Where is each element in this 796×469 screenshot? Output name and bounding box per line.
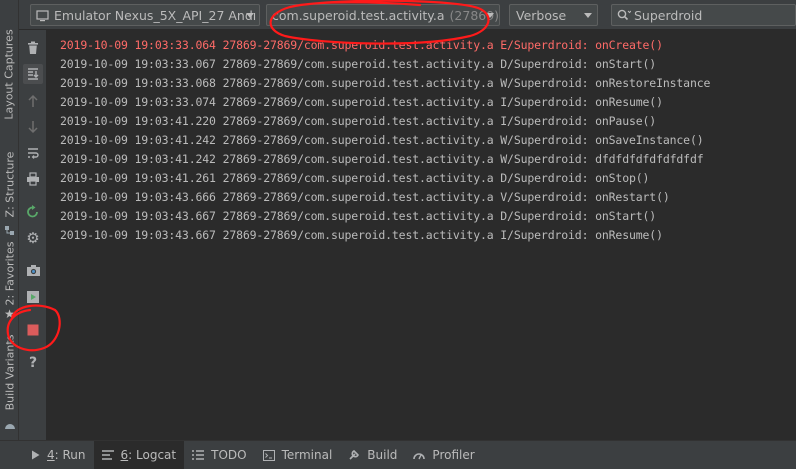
trash-icon[interactable] xyxy=(23,38,43,58)
tab-label: TODO xyxy=(211,448,247,462)
logcat-action-column: ⚙ ? xyxy=(19,30,47,440)
side-tab-structure[interactable]: Z: Structure xyxy=(0,148,19,220)
tab-label: : Run xyxy=(54,448,86,462)
log-line: 2019-10-09 19:03:33.067 27869-27869/com.… xyxy=(60,57,657,71)
tab-logcat[interactable]: 6: Logcat xyxy=(93,440,185,469)
log-line: 2019-10-09 19:03:33.074 27869-27869/com.… xyxy=(60,95,663,109)
side-tab-favorites[interactable]: 2: Favorites xyxy=(0,240,19,306)
chevron-down-icon xyxy=(584,13,592,18)
logcat-toolbar: Emulator Nexus_5X_API_27 Andı com.supero… xyxy=(19,0,796,30)
run-icon xyxy=(31,450,40,460)
log-line: 2019-10-09 19:03:43.666 27869-27869/com.… xyxy=(60,190,670,204)
side-tab-label: Layout Captures xyxy=(3,28,17,120)
search-box[interactable] xyxy=(611,4,796,26)
bottom-tool-bar: 4: Run 6: Logcat TODO Terminal Build Pro… xyxy=(0,440,796,469)
log-level-dropdown[interactable]: Verbose xyxy=(509,4,598,26)
profiler-icon xyxy=(413,450,426,460)
side-tab-label: 2: Favorites xyxy=(3,241,17,305)
android-icon xyxy=(0,418,19,432)
soft-wrap-icon[interactable] xyxy=(23,143,43,163)
side-tab-build-variants[interactable]: Build Variants xyxy=(0,330,19,414)
tab-mnemonic: 4 xyxy=(47,448,55,462)
logcat-output[interactable]: 2019-10-09 19:03:33.064 27869-27869/com.… xyxy=(48,30,796,440)
stop-icon[interactable] xyxy=(23,320,43,340)
log-line: 2019-10-09 19:03:41.261 27869-27869/com.… xyxy=(60,171,650,185)
log-line: 2019-10-09 19:03:33.064 27869-27869/com.… xyxy=(60,38,663,52)
terminal-icon xyxy=(262,449,275,461)
gear-icon[interactable]: ⚙ xyxy=(23,228,43,248)
up-arrow-icon[interactable] xyxy=(23,91,43,111)
log-line: 2019-10-09 19:03:41.242 27869-27869/com.… xyxy=(60,133,704,147)
search-input[interactable] xyxy=(634,7,784,23)
camera-icon[interactable] xyxy=(23,260,43,280)
log-line: 2019-10-09 19:03:41.220 27869-27869/com.… xyxy=(60,114,657,128)
device-dropdown[interactable]: Emulator Nexus_5X_API_27 Andı xyxy=(30,4,260,26)
chevron-down-icon xyxy=(246,13,254,18)
print-icon[interactable] xyxy=(23,169,43,189)
process-dropdown[interactable]: com.superoid.test.activity.a (27869) xyxy=(266,4,500,26)
tab-terminal[interactable]: Terminal xyxy=(255,441,341,469)
tab-run[interactable]: 4: Run xyxy=(23,441,94,469)
side-tab-layout-captures[interactable]: Layout Captures xyxy=(0,18,19,130)
tab-label: Terminal xyxy=(281,448,333,462)
log-line: 2019-10-09 19:03:33.068 27869-27869/com.… xyxy=(60,76,711,90)
log-line: 2019-10-09 19:03:43.667 27869-27869/com.… xyxy=(60,209,657,223)
logcat-icon xyxy=(101,450,114,460)
chevron-down-icon xyxy=(486,13,494,18)
device-icon xyxy=(36,9,49,21)
tab-label: Build xyxy=(367,448,398,462)
down-arrow-icon[interactable] xyxy=(23,117,43,137)
tab-label: Profiler xyxy=(432,448,475,462)
log-line: 2019-10-09 19:03:41.242 27869-27869/com.… xyxy=(60,152,704,166)
search-icon xyxy=(617,9,631,21)
side-tab-label: Build Variants xyxy=(3,334,17,410)
todo-icon xyxy=(192,450,205,460)
structure-icon xyxy=(0,224,19,236)
tab-build[interactable]: Build xyxy=(340,441,405,469)
tab-profiler[interactable]: Profiler xyxy=(405,441,482,469)
screen-record-icon[interactable] xyxy=(23,287,43,307)
tab-label: : Logcat xyxy=(128,448,177,462)
scroll-to-end-icon[interactable] xyxy=(23,64,43,84)
tab-mnemonic: 6 xyxy=(120,448,129,462)
log-level-value: Verbose xyxy=(516,7,567,23)
help-icon[interactable]: ? xyxy=(23,353,43,373)
tab-todo[interactable]: TODO xyxy=(184,441,254,469)
build-icon xyxy=(348,449,360,461)
restart-icon[interactable] xyxy=(23,202,43,222)
process-name: com.superoid.test.activity.a xyxy=(272,7,445,23)
log-line: 2019-10-09 19:03:43.667 27869-27869/com.… xyxy=(60,228,663,242)
device-name: Emulator Nexus_5X_API_27 Andı xyxy=(54,7,257,23)
left-tool-strip: Layout Captures Z: Structure 2: Favorite… xyxy=(0,0,19,440)
side-tab-label: Z: Structure xyxy=(3,151,17,217)
star-icon: ★ xyxy=(4,307,15,321)
